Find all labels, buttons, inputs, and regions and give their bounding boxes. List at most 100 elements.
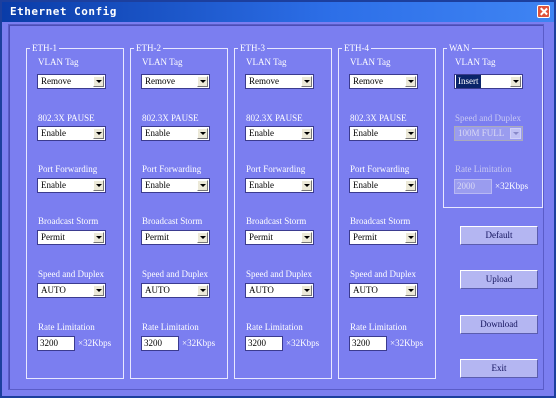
selected-value: Remove — [145, 76, 175, 86]
rate-limitation-label: Rate Limitation — [350, 322, 407, 332]
chevron-down-icon[interactable] — [405, 128, 416, 139]
rate-limitation-input[interactable]: 3200 — [141, 336, 179, 351]
rate-limitation-label: Rate Limitation — [246, 322, 303, 332]
broadcast-storm-label: Broadcast Storm — [350, 216, 411, 226]
speed-duplex-label: Speed and Duplex — [38, 269, 104, 279]
vlan-tag-select[interactable]: Remove — [37, 74, 106, 89]
port-forwarding-label: Port Forwarding — [350, 164, 410, 174]
selected-value: AUTO — [353, 285, 378, 295]
chevron-down-icon[interactable] — [197, 128, 208, 139]
selected-value: Remove — [353, 76, 383, 86]
speed-duplex-label: Speed and Duplex — [142, 269, 208, 279]
rate-limitation-input[interactable]: 3200 — [349, 336, 387, 351]
pause-label: 802.3X PAUSE — [350, 113, 407, 123]
selected-value: Permit — [249, 232, 273, 242]
speed-duplex-select[interactable]: AUTO — [37, 283, 106, 298]
rate-unit-label: ×32Kbps — [286, 338, 320, 348]
title-bar[interactable]: Ethernet Config — [2, 2, 554, 22]
port-forwarding-select[interactable]: Enable — [141, 178, 210, 193]
broadcast-storm-select[interactable]: Permit — [349, 230, 418, 245]
chevron-down-icon[interactable] — [93, 128, 104, 139]
group-title: WAN — [447, 42, 472, 54]
speed-duplex-select[interactable]: AUTO — [349, 283, 418, 298]
chevron-down-icon[interactable] — [93, 76, 104, 87]
close-icon[interactable] — [537, 5, 550, 18]
selected-value: 100M FULL — [458, 128, 505, 138]
vlan-tag-label: VLAN Tag — [455, 57, 496, 67]
chevron-down-icon[interactable] — [93, 232, 104, 243]
group-title: ETH-4 — [342, 42, 371, 54]
chevron-down-icon[interactable] — [301, 285, 312, 296]
speed-duplex-label: Speed and Duplex — [246, 269, 312, 279]
rate-limitation-label: Rate Limitation — [455, 164, 512, 174]
upload-button[interactable]: Upload — [460, 270, 538, 289]
chevron-down-icon — [510, 128, 521, 139]
wan-rate-limitation-input: 2000 — [454, 179, 492, 194]
rate-limitation-input[interactable]: 3200 — [37, 336, 75, 351]
speed-duplex-select[interactable]: AUTO — [245, 283, 314, 298]
chevron-down-icon[interactable] — [93, 180, 104, 191]
chevron-down-icon[interactable] — [197, 285, 208, 296]
pause-select[interactable]: Enable — [349, 126, 418, 141]
selected-value: Enable — [249, 180, 274, 190]
download-button[interactable]: Download — [460, 315, 538, 334]
rate-unit-label: ×32Kbps — [495, 181, 529, 191]
rate-unit-label: ×32Kbps — [78, 338, 112, 348]
chevron-down-icon[interactable] — [301, 128, 312, 139]
chevron-down-icon[interactable] — [301, 180, 312, 191]
broadcast-storm-label: Broadcast Storm — [38, 216, 99, 226]
selected-value: Enable — [249, 128, 274, 138]
port-forwarding-select[interactable]: Enable — [245, 178, 314, 193]
selected-value: Enable — [145, 180, 170, 190]
chevron-down-icon[interactable] — [405, 232, 416, 243]
chevron-down-icon[interactable] — [405, 76, 416, 87]
rate-limitation-input[interactable]: 3200 — [245, 336, 283, 351]
broadcast-storm-label: Broadcast Storm — [246, 216, 307, 226]
exit-button[interactable]: Exit — [460, 359, 538, 378]
speed-duplex-select[interactable]: AUTO — [141, 283, 210, 298]
selected-value: Permit — [41, 232, 65, 242]
eth-4-group: ETH-4 VLAN Tag Remove 802.3X PAUSE Enabl… — [338, 42, 436, 379]
vlan-tag-label: VLAN Tag — [350, 57, 391, 67]
broadcast-storm-select[interactable]: Permit — [245, 230, 314, 245]
vlan-tag-select[interactable]: Remove — [141, 74, 210, 89]
chevron-down-icon[interactable] — [93, 285, 104, 296]
port-forwarding-label: Port Forwarding — [246, 164, 306, 174]
chevron-down-icon[interactable] — [197, 180, 208, 191]
eth-2-group: ETH-2 VLAN Tag Remove 802.3X PAUSE Enabl… — [130, 42, 228, 379]
broadcast-storm-select[interactable]: Permit — [141, 230, 210, 245]
selected-value: Enable — [353, 128, 378, 138]
vlan-tag-label: VLAN Tag — [246, 57, 287, 67]
eth-3-group: ETH-3 VLAN Tag Remove 802.3X PAUSE Enabl… — [234, 42, 332, 379]
port-forwarding-select[interactable]: Enable — [37, 178, 106, 193]
chevron-down-icon[interactable] — [510, 76, 521, 87]
selected-value: Enable — [41, 180, 66, 190]
broadcast-storm-select[interactable]: Permit — [37, 230, 106, 245]
group-title: ETH-2 — [134, 42, 163, 54]
selected-value: Remove — [249, 76, 279, 86]
selected-value: AUTO — [41, 285, 66, 295]
pause-select[interactable]: Enable — [245, 126, 314, 141]
chevron-down-icon[interactable] — [301, 232, 312, 243]
selected-value: Remove — [41, 76, 71, 86]
pause-select[interactable]: Enable — [141, 126, 210, 141]
speed-duplex-label: Speed and Duplex — [350, 269, 416, 279]
chevron-down-icon[interactable] — [405, 285, 416, 296]
chevron-down-icon[interactable] — [405, 180, 416, 191]
chevron-down-icon[interactable] — [197, 232, 208, 243]
chevron-down-icon[interactable] — [301, 76, 312, 87]
wan-speed-duplex-select: 100M FULL — [454, 126, 523, 141]
port-forwarding-select[interactable]: Enable — [349, 178, 418, 193]
vlan-tag-select[interactable]: Remove — [245, 74, 314, 89]
rate-unit-label: ×32Kbps — [390, 338, 424, 348]
rate-limitation-label: Rate Limitation — [38, 322, 95, 332]
selected-value: Enable — [353, 180, 378, 190]
vlan-tag-select[interactable]: Remove — [349, 74, 418, 89]
vlan-tag-label: VLAN Tag — [142, 57, 183, 67]
wan-vlan-tag-select[interactable]: Insert — [454, 74, 523, 89]
wan-group: WAN VLAN Tag Insert Speed and Duplex 100… — [443, 42, 543, 208]
chevron-down-icon[interactable] — [197, 76, 208, 87]
broadcast-storm-label: Broadcast Storm — [142, 216, 203, 226]
pause-select[interactable]: Enable — [37, 126, 106, 141]
default-button[interactable]: Default — [460, 226, 538, 245]
